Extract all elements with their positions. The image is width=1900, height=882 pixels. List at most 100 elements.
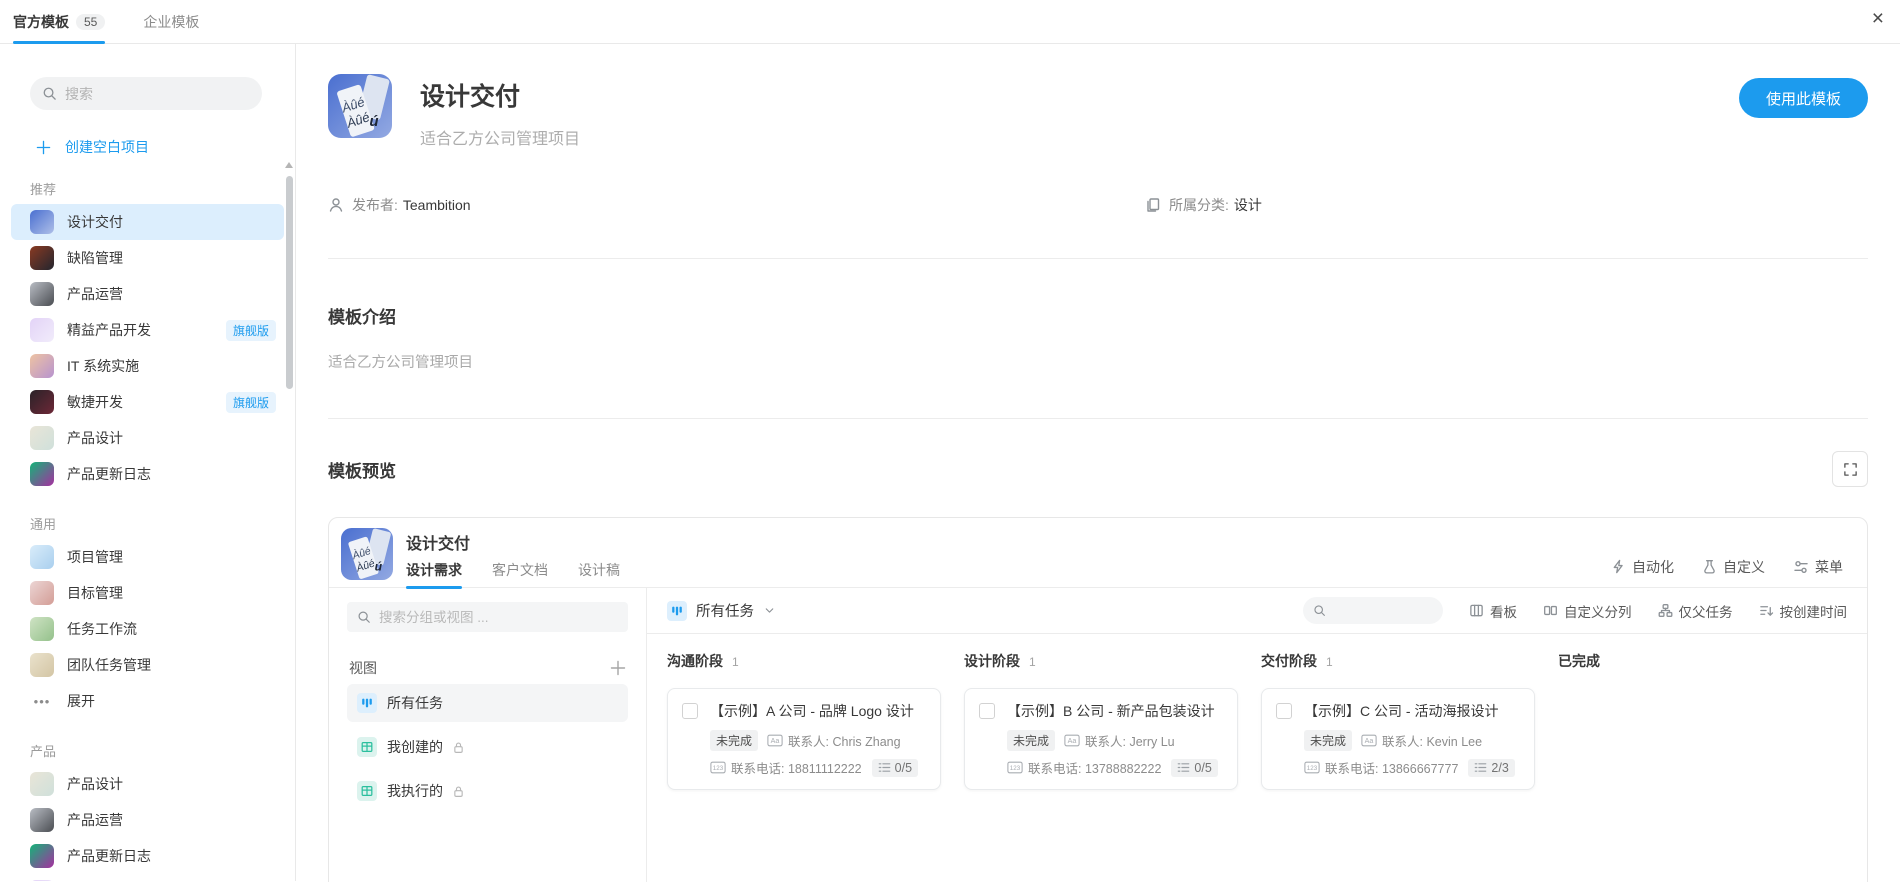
task-title: 【示例】C 公司 - 活动海报设计	[1304, 703, 1499, 719]
sidebar-item[interactable]: IT 系统实施	[11, 348, 284, 384]
subtask-icon	[878, 761, 891, 774]
sidebar-item[interactable]: 任务工作流	[11, 611, 284, 647]
sidebar-item[interactable]: 精益产品开发旗舰版	[11, 312, 284, 348]
lock-icon	[452, 785, 465, 798]
card-title-row: 【示例】C 公司 - 活动海报设计	[1276, 702, 1520, 721]
sidebar-item[interactable]: 团队任务管理	[11, 647, 284, 683]
subtask-count: 0/5	[1194, 760, 1212, 775]
task-card[interactable]: 【示例】A 公司 - 品牌 Logo 设计 未完成 Aa 联系人: Chris Zha…	[667, 688, 941, 790]
preview-tab-设计稿[interactable]: 设计稿	[578, 560, 620, 589]
sidebar-item[interactable]: 精益产品开发旗舰版	[11, 874, 284, 881]
view-item-我创建的[interactable]: 我创建的	[347, 728, 628, 766]
sidebar-item[interactable]: 产品更新日志	[11, 456, 284, 492]
number-field-icon: 123	[1304, 761, 1320, 774]
views-search-input[interactable]	[379, 609, 579, 625]
subtask-count: 2/3	[1491, 760, 1509, 775]
lightning-icon	[1611, 559, 1626, 574]
close-icon[interactable]: ×	[1872, 8, 1884, 29]
column-header: 交付阶段 1	[1261, 651, 1535, 671]
views-panel: 视图 所有任务我创建的我执行的	[329, 588, 647, 882]
subtask-count-badge: 2/3	[1468, 758, 1515, 777]
task-checkbox[interactable]	[1276, 703, 1292, 719]
template-icon	[30, 390, 54, 414]
task-title: 【示例】A 公司 - 品牌 Logo 设计	[710, 703, 914, 719]
sidebar-item[interactable]: 产品运营	[11, 276, 284, 312]
board-button-按创建时间[interactable]: 按创建时间	[1759, 601, 1848, 621]
sidebar-item[interactable]: 设计交付	[11, 204, 284, 240]
use-template-button[interactable]: 使用此模板	[1738, 78, 1868, 118]
subtask-count: 0/5	[894, 760, 913, 775]
task-checkbox[interactable]	[979, 703, 995, 719]
publisher-label: 发布者:	[352, 197, 398, 213]
top-tab-企业模板[interactable]: 企业模板	[143, 0, 199, 43]
divider	[328, 258, 1868, 259]
svg-text:ú: ú	[369, 113, 378, 130]
view-selector-label: 所有任务	[696, 604, 754, 620]
board-button-仅父任务[interactable]: 仅父任务	[1658, 601, 1733, 621]
board-button-label: 按创建时间	[1779, 604, 1848, 620]
preview-tab-设计需求[interactable]: 设计需求	[406, 560, 462, 589]
table-view-icon	[357, 737, 377, 757]
sidebar-item[interactable]: 产品设计	[11, 420, 284, 456]
自动化-button[interactable]: 自动化	[1611, 557, 1674, 577]
fullscreen-button[interactable]	[1832, 451, 1868, 487]
top-tab-bar: 官方模板 55 企业模板 ×	[0, 0, 1900, 44]
sidebar-item-label: 任务工作流	[67, 621, 137, 637]
sidebar-item[interactable]: 敏捷开发 旗舰版	[11, 384, 284, 420]
sidebar-search[interactable]	[30, 77, 262, 110]
sidebar-item[interactable]: 目标管理	[11, 575, 284, 611]
sidebar-item[interactable]: 项目管理	[11, 539, 284, 575]
svg-text:123: 123	[713, 765, 724, 772]
sidebar-item[interactable]: 产品更新日志	[11, 838, 284, 874]
菜单-button[interactable]: 菜单	[1793, 557, 1843, 577]
sidebar-item-label: 产品更新日志	[67, 848, 151, 864]
preview-section-title: 模板预览	[328, 461, 396, 481]
sidebar-item-label: 产品更新日志	[67, 466, 151, 482]
board-column-沟通阶段: 沟通阶段 1 【示例】A 公司 - 品牌 Logo 设计 未完成 Aa 联系人: Chri…	[667, 651, 941, 790]
task-card[interactable]: 【示例】B 公司 - 新产品包装设计 未完成 Aa 联系人: Jerry Lu 123 联…	[964, 688, 1238, 790]
board-button-看板[interactable]: 看板	[1469, 601, 1517, 621]
board-column-设计阶段: 设计阶段 1 【示例】B 公司 - 新产品包装设计 未完成 Aa 联系人: Jerry L…	[964, 651, 1238, 790]
card-meta-row: 123 联系电话: 18811112222 0/5	[710, 758, 926, 777]
sidebar-groups: 推荐 设计交付 缺陷管理 产品运营 精益产品开发 旗舰版 IT 系统实施 敏捷开发 旗舰版 产品设…	[0, 179, 295, 881]
svg-text:Aa: Aa	[771, 737, 780, 745]
sidebar-item[interactable]: 产品运营	[11, 802, 284, 838]
template-icon	[30, 318, 54, 342]
contact-field: Aa 联系人: Kevin Lee	[1361, 731, 1482, 750]
board-search[interactable]	[1303, 597, 1443, 624]
add-view-button[interactable]	[610, 660, 626, 676]
task-checkbox[interactable]	[682, 703, 698, 719]
sidebar-search-input[interactable]	[65, 85, 235, 102]
view-item-我执行的[interactable]: 我执行的	[347, 772, 628, 810]
sidebar-item-label: 产品设计	[67, 776, 123, 792]
board-button-自定义分列[interactable]: 自定义分列	[1543, 601, 1632, 621]
template-icon	[30, 426, 54, 450]
sidebar-item[interactable]: 缺陷管理	[11, 240, 284, 276]
scrollbar-up-arrow[interactable]	[285, 162, 293, 168]
board-toolbar: 所有任务 看板 自定义分列 仅父任务 按创建时间	[647, 588, 1867, 634]
sidebar-item-label: 团队任务管理	[67, 657, 151, 673]
task-title: 【示例】B 公司 - 新产品包装设计	[1007, 703, 1215, 719]
action-label: 自定义	[1723, 558, 1765, 575]
sidebar-scrollbar[interactable]	[286, 176, 293, 389]
sidebar-expand-button[interactable]: ••• 展开	[11, 683, 284, 719]
preview-header: Àûé Àûé ú 设计交付 设计需求 客户文档 设计稿 自动化 自定义 菜单	[329, 518, 1867, 589]
top-tab-label: 企业模板	[143, 13, 200, 30]
自定义-button[interactable]: 自定义	[1702, 557, 1765, 577]
svg-text:ú: ú	[375, 559, 383, 573]
top-tab-官方模板[interactable]: 官方模板 55	[13, 0, 106, 44]
template-icon	[30, 653, 54, 677]
search-icon	[42, 86, 57, 101]
view-item-所有任务[interactable]: 所有任务	[347, 684, 628, 722]
views-search[interactable]	[347, 602, 628, 632]
table-view-icon	[357, 781, 377, 801]
contact-value: 联系人: Kevin Lee	[1382, 735, 1483, 749]
sidebar-item[interactable]: 产品设计	[11, 766, 284, 802]
board-search-input[interactable]	[1326, 603, 1426, 618]
sidebar-group-label: 通用	[30, 517, 57, 532]
view-selector[interactable]: 所有任务	[667, 600, 776, 621]
preview-tab-客户文档[interactable]: 客户文档	[492, 560, 548, 589]
kanban-view-icon	[667, 600, 687, 621]
task-card[interactable]: 【示例】C 公司 - 活动海报设计 未完成 Aa 联系人: Kevin Lee 123 联…	[1261, 688, 1535, 790]
create-blank-project-button[interactable]: 创建空白项目	[36, 137, 295, 157]
